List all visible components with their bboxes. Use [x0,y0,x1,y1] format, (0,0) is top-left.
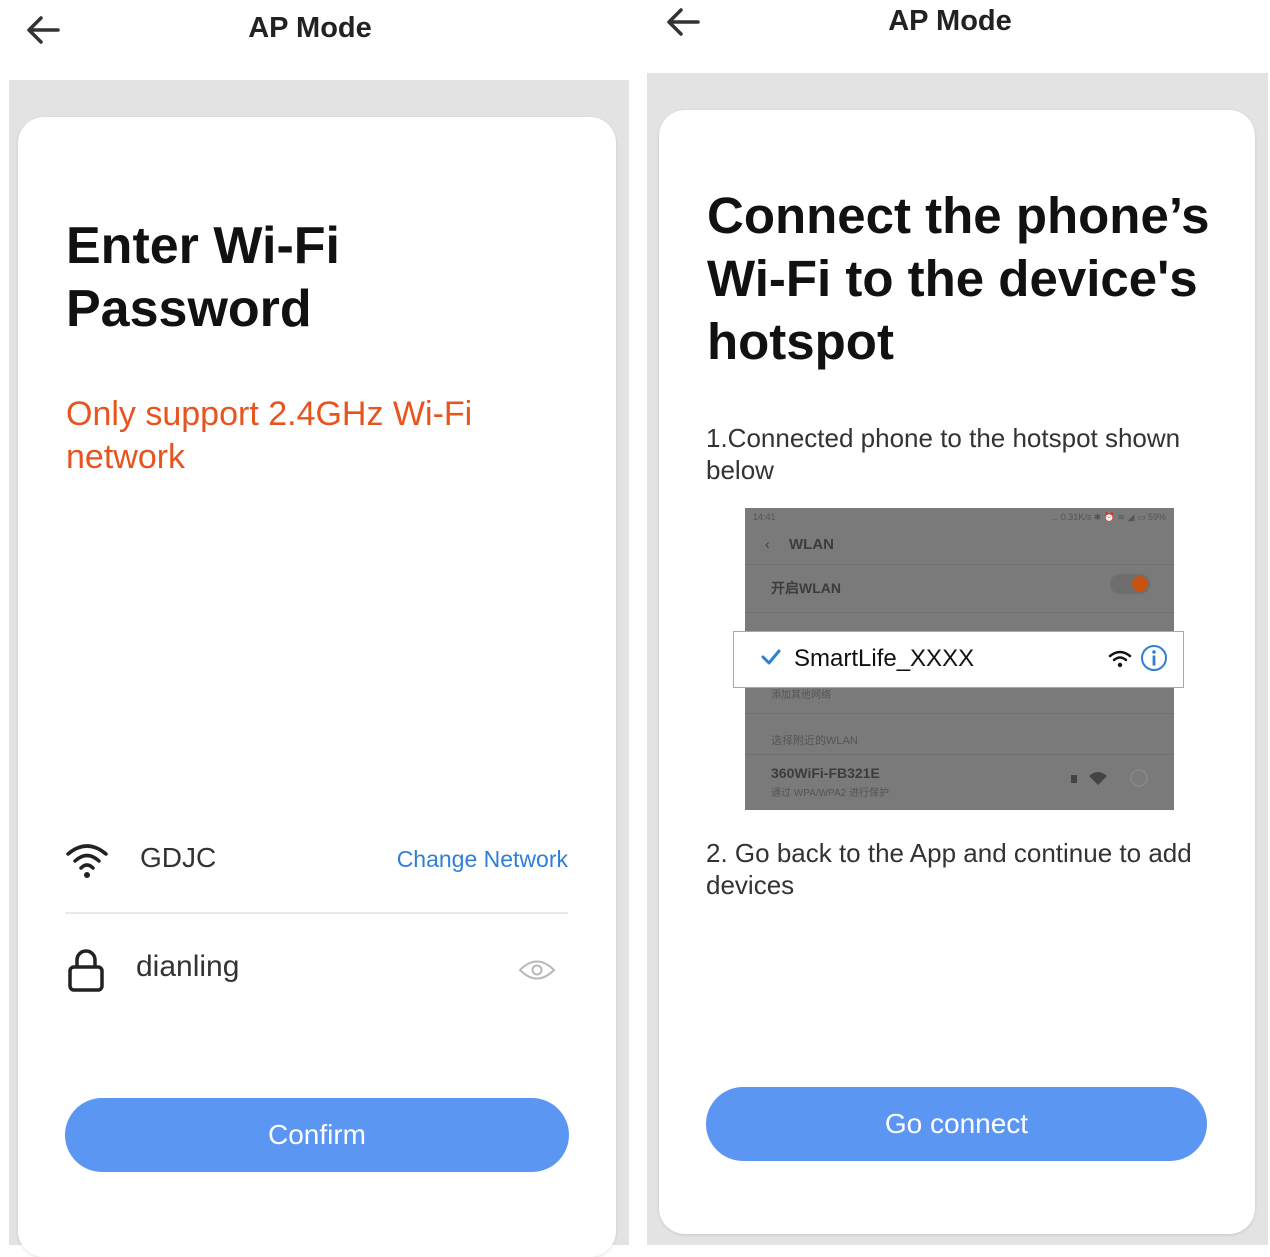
back-arrow-icon [667,8,700,36]
network-status-icons [1071,769,1148,787]
illustration-divider [745,612,1174,613]
wifi-icon [1108,650,1132,668]
change-network-link[interactable]: Change Network [397,846,568,873]
illustration-divider [745,713,1174,714]
wlan-toggle-label: 开启WLAN [771,580,841,596]
page-title: AP Mode [888,5,1012,37]
lock-icon [68,949,104,992]
back-button[interactable] [662,2,706,42]
go-connect-button[interactable]: Go connect [706,1087,1207,1161]
screen-heading: Enter Wi-Fi Password [66,217,340,338]
status-time: 14:41 [753,512,776,522]
illustration-divider [745,754,1174,755]
hotspot-illustration: 14:41 ... 0.31K/s ✱ ⏰ ≋ ◢ ▭ 59% ‹ WLAN 开… [733,508,1184,810]
wlan-toggle [1110,574,1150,594]
illustration-status-bar: 14:41 ... 0.31K/s ✱ ⏰ ≋ ◢ ▭ 59% [753,512,1166,526]
toggle-knob [1132,576,1148,592]
chevron-left-icon: ‹ [765,536,770,552]
content-card: Connect the phone’s Wi-Fi to the device'… [659,110,1255,1234]
page-title: AP Mode [248,12,372,44]
content-card: Enter Wi-Fi Password Only support 2.4GHz… [18,117,616,1257]
back-arrow-icon [27,16,60,44]
confirm-button[interactable]: Confirm [65,1098,569,1172]
top-bar: AP Mode [0,0,638,80]
hotspot-entry: SmartLife_XXXX [733,631,1184,688]
top-bar: AP Mode [638,0,1270,73]
step-two-text: 2. Go back to the App and continue to ad… [706,838,1192,900]
nearby-section-label: 选择附近的WLAN [771,735,858,747]
connect-hotspot-screen: AP Mode Connect the phone’s Wi-Fi to the… [638,0,1270,1245]
wifi-icon [66,844,108,878]
password-input[interactable] [136,945,496,989]
hotspot-name: SmartLife_XXXX [794,645,975,672]
illustration-title: WLAN [789,536,834,553]
password-row [18,937,616,1007]
other-network-name: 360WiFi-FB321E [771,765,880,781]
field-divider [65,912,568,914]
blurred-row: 添加其他网络 [771,690,831,701]
check-icon [761,649,781,665]
network-row: GDJC Change Network [18,822,616,902]
step-one-text: 1.Connected phone to the hotspot shown b… [706,423,1181,485]
back-button[interactable] [22,10,66,50]
illustration-divider [745,564,1174,565]
info-icon [1141,645,1167,671]
other-network-security: 通过 WPA/WPA2 进行保护 [771,788,889,799]
eye-icon[interactable] [518,957,556,983]
wifi-password-screen: AP Mode Enter Wi-Fi Password Only suppor… [0,0,638,1257]
screen-heading: Connect the phone’s Wi-Fi to the device'… [707,187,1210,370]
frequency-warning: Only support 2.4GHz Wi-Fi network [66,395,473,476]
status-indicators: ... 0.31K/s ✱ ⏰ ≋ ◢ ▭ 59% [1050,512,1166,522]
network-ssid: GDJC [140,842,217,873]
